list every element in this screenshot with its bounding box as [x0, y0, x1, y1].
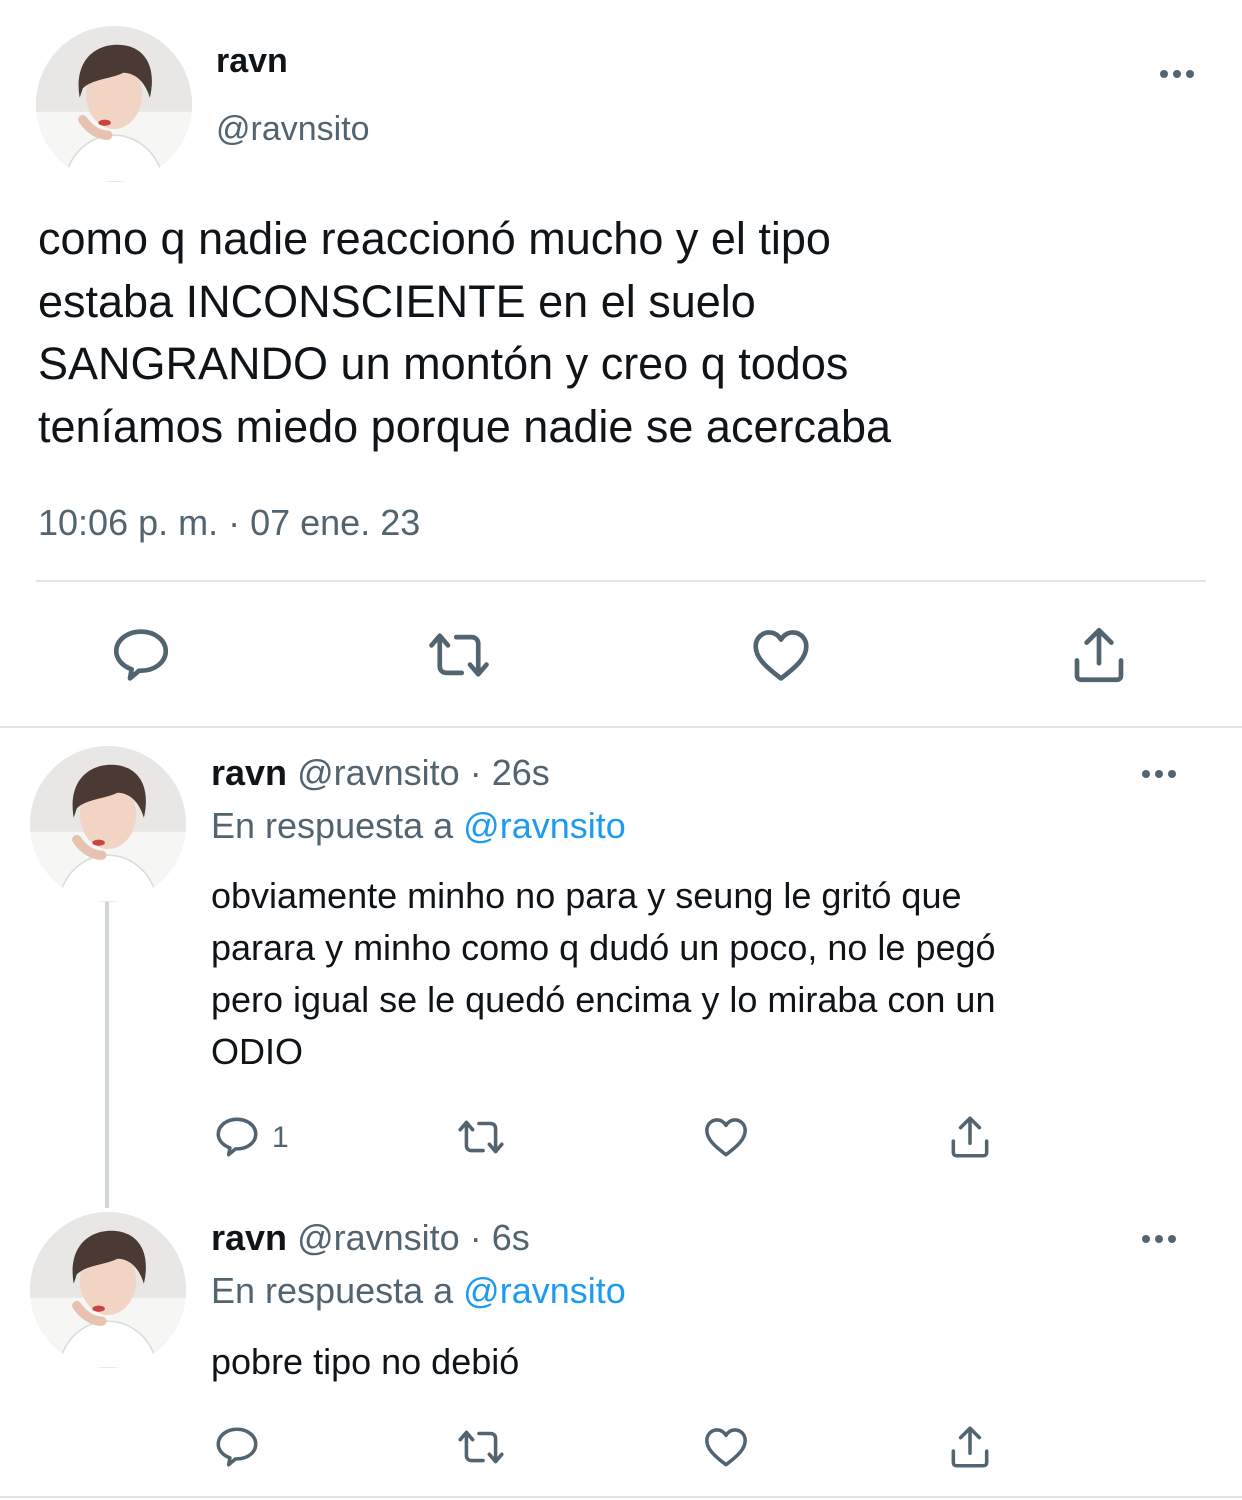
main-tweet-line: teníamos miedo porque nadie se acercaba [38, 400, 892, 452]
main-timestamp[interactable]: 10:06 p. m. · 07 ene. 23 [38, 502, 420, 544]
main-handle[interactable]: @ravnsito [216, 110, 370, 149]
reply-text: obviamente minho no para y seung le grit… [211, 870, 996, 1078]
reply-line: ODIO [211, 1031, 304, 1072]
reply-context: En respuesta a @ravnsito [211, 805, 626, 847]
reply-line: parara y minho como q dudó un poco, no l… [211, 927, 996, 968]
reply-line: obviamente minho no para y seung le grit… [211, 875, 962, 916]
share-icon[interactable] [1066, 622, 1132, 688]
main-avatar[interactable] [36, 26, 192, 182]
reply-header: ravn @ravnsito · 26s [211, 752, 550, 794]
divider [0, 726, 1242, 728]
divider [36, 580, 1206, 582]
reply-prefix: En respuesta a [211, 1270, 454, 1311]
reply-icon[interactable] [108, 622, 174, 688]
reply-to-link[interactable]: @ravnsito [463, 1270, 626, 1311]
reply-age[interactable]: 6s [492, 1217, 530, 1258]
share-icon[interactable] [945, 1422, 995, 1472]
reply-display-name[interactable]: ravn [211, 752, 287, 793]
reply-avatar[interactable] [30, 746, 186, 902]
separator: · [469, 1217, 482, 1258]
retweet-icon[interactable] [426, 622, 492, 688]
main-tweet-text: como q nadie reaccionó mucho y el tipo e… [38, 208, 891, 458]
reply-prefix: En respuesta a [211, 805, 454, 846]
separator: · [469, 752, 482, 793]
like-icon[interactable] [748, 622, 814, 688]
reply-count: 1 [272, 1121, 289, 1154]
reply-text: pobre tipo no debió [211, 1336, 519, 1388]
main-tweet-line: estaba INCONSCIENTE en el suelo [38, 275, 756, 327]
like-icon[interactable] [701, 1112, 751, 1162]
reply-handle[interactable]: @ravnsito [297, 1217, 460, 1258]
main-display-name[interactable]: ravn [216, 42, 288, 81]
reply-handle[interactable]: @ravnsito [297, 752, 460, 793]
main-more-options-icon[interactable] [1160, 70, 1194, 78]
reply-line: pobre tipo no debió [211, 1341, 520, 1382]
retweet-icon[interactable] [456, 1112, 506, 1162]
reply-to-link[interactable]: @ravnsito [463, 805, 626, 846]
retweet-icon[interactable] [456, 1422, 506, 1472]
reply-more-options-icon[interactable] [1142, 770, 1176, 778]
reply-display-name[interactable]: ravn [211, 1217, 287, 1258]
thread-line [105, 900, 109, 1208]
main-tweet-line: como q nadie reaccionó mucho y el tipo [38, 213, 831, 264]
reply-line: pero igual se le quedó encima y lo mirab… [211, 979, 996, 1020]
reply-more-options-icon[interactable] [1142, 1235, 1176, 1243]
reply-icon[interactable] [212, 1422, 262, 1472]
reply-avatar[interactable] [30, 1212, 186, 1368]
main-tweet-line: SANGRANDO un montón y creo q todos [38, 338, 849, 389]
share-icon[interactable] [945, 1112, 995, 1162]
reply-context: En respuesta a @ravnsito [211, 1270, 626, 1312]
reply-age[interactable]: 26s [492, 752, 550, 793]
reply-header: ravn @ravnsito · 6s [211, 1217, 530, 1259]
like-icon[interactable] [701, 1422, 751, 1472]
divider [0, 1496, 1242, 1498]
reply-icon[interactable] [212, 1112, 262, 1162]
